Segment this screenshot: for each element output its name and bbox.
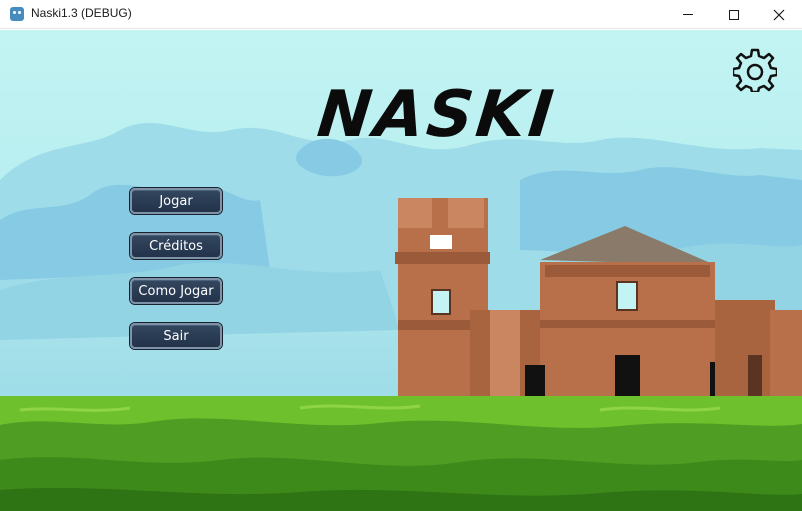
gear-icon[interactable] <box>733 48 777 92</box>
game-logo: NASKI <box>314 78 560 152</box>
how-to-play-button[interactable]: Como Jogar <box>130 278 222 304</box>
grass-field <box>0 396 802 511</box>
close-icon <box>773 9 785 20</box>
game-viewport: NASKI Jogar Créditos Como Jogar Sair <box>0 30 802 511</box>
godot-app-icon <box>10 7 24 21</box>
maximize-button[interactable] <box>711 0 757 29</box>
close-button[interactable] <box>756 0 802 29</box>
minimize-icon <box>683 14 693 15</box>
window-title: Naski1.3 (DEBUG) <box>31 6 132 20</box>
quit-button[interactable]: Sair <box>130 323 222 349</box>
window-titlebar: Naski1.3 (DEBUG) <box>0 0 802 29</box>
credits-button[interactable]: Créditos <box>130 233 222 259</box>
maximize-icon <box>729 9 739 20</box>
minimize-button[interactable] <box>665 0 711 29</box>
play-button[interactable]: Jogar <box>130 188 222 214</box>
